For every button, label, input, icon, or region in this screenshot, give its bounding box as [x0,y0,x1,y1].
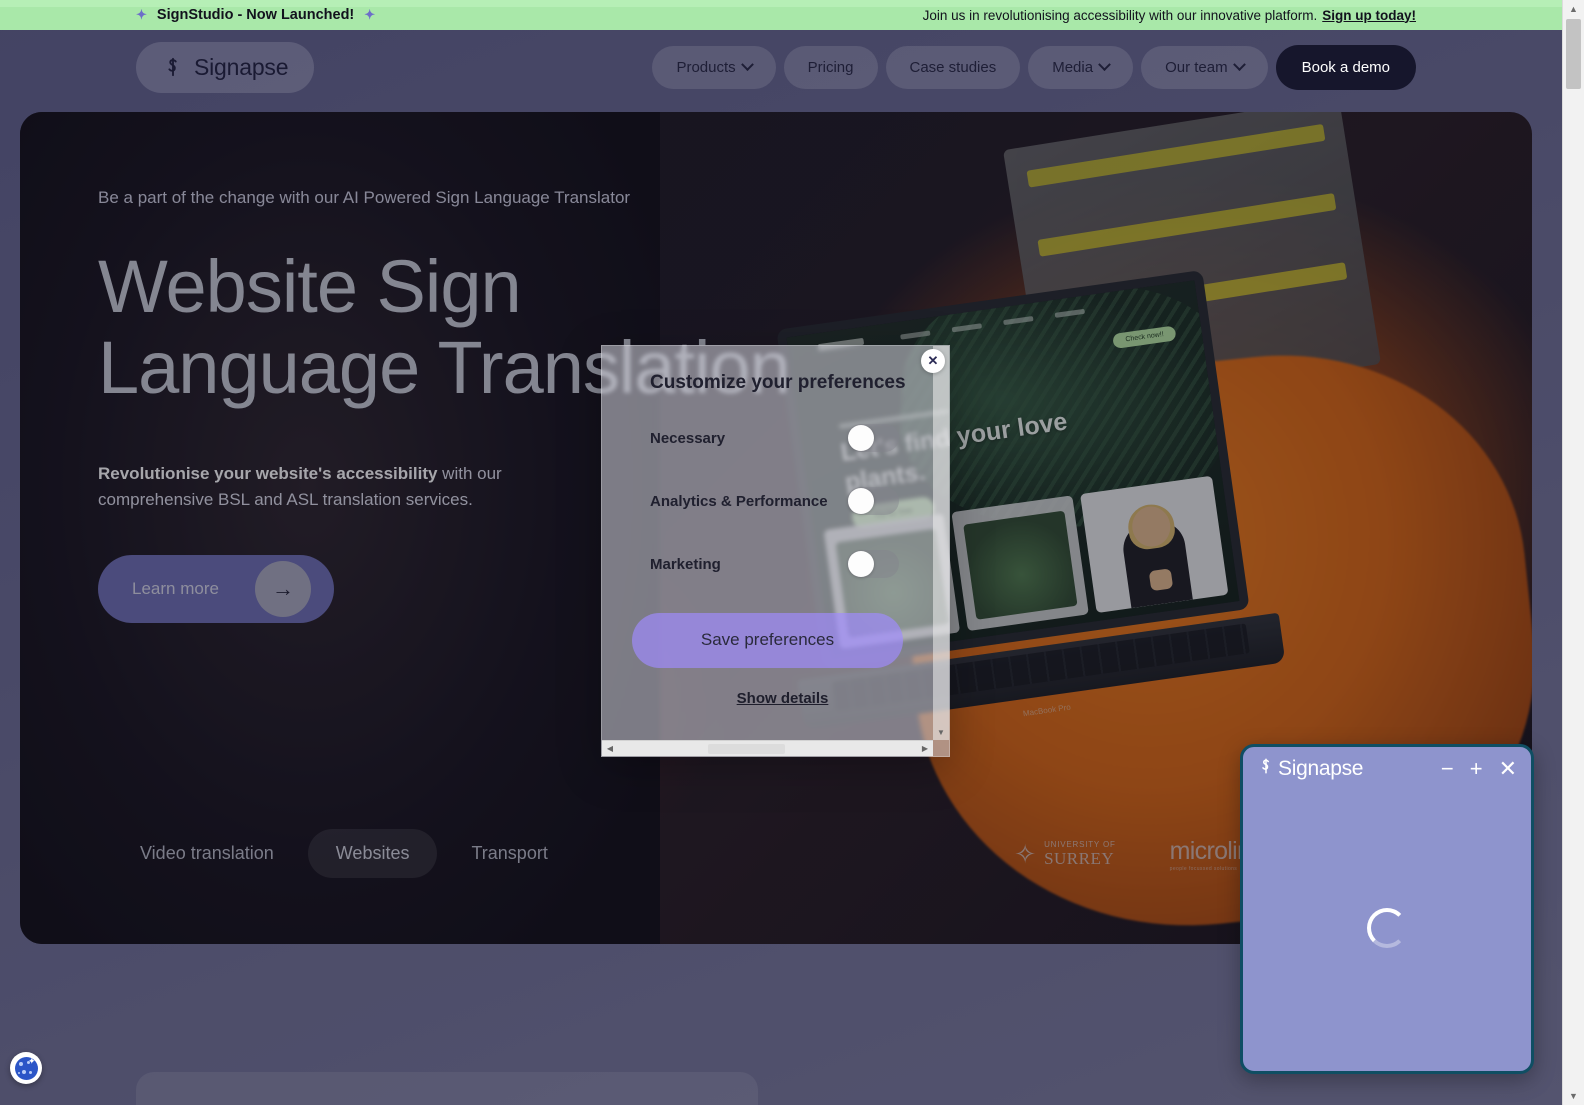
nav-item-our-team[interactable]: Our team [1141,45,1268,89]
nav-label: Products [676,58,736,76]
scroll-down-arrow-icon[interactable]: ▼ [933,724,949,740]
surrey-line2: SURREY [1044,848,1115,868]
toggle-necessary[interactable] [847,424,899,452]
logo-university-of-surrey: ✧ UNIVERSITY OF SURREY [1014,839,1115,870]
announcement-right: Join us in revolutionising accessibility… [923,8,1416,23]
hero-tabs: Video translation Websites Transport [112,829,576,878]
below-hero-card [136,1072,758,1105]
brand-name: Signapse [194,53,289,80]
sign-up-today-link[interactable]: Sign up today! [1322,8,1416,23]
browser-viewport: Check now!! Let's find your love plants.… [0,0,1584,1105]
sign-language-interpreter-video [1079,475,1229,614]
tab-transport[interactable]: Transport [443,829,575,878]
brand-logo[interactable]: Signapse [136,41,315,93]
close-icon[interactable]: ✕ [921,349,945,373]
cookie-icon: ✦ [14,1055,38,1080]
nav-item-case-studies[interactable]: Case studies [885,45,1021,89]
modal-hscroll-track[interactable] [618,741,917,756]
book-a-demo-button[interactable]: Book a demo [1275,44,1416,90]
scroll-left-arrow-icon[interactable]: ◀ [602,744,618,753]
expand-icon[interactable]: + [1470,758,1483,780]
widget-header: Signapse − + ✕ [1243,747,1531,791]
widget-brand: Signapse [1257,757,1363,781]
learn-more-label: Learn more [132,579,219,599]
save-preferences-button[interactable]: Save preferences [632,613,903,668]
chevron-down-icon [1098,57,1111,71]
scroll-up-arrow-icon[interactable]: ▲ [1563,0,1584,18]
sparkle-icon: ✦ [364,7,376,22]
cookie-modal-body: Customize your preferences Necessary Ana… [602,346,933,724]
cookie-label: Marketing [650,555,721,573]
hero-eyebrow: Be a part of the change with our AI Powe… [98,188,631,207]
announcement-message: Join us in revolutionising accessibility… [922,7,1318,23]
modal-horizontal-scrollbar[interactable]: ◀ ▶ [602,740,933,756]
learn-more-button[interactable]: Learn more → [98,555,334,624]
nav-label: Media [1052,58,1094,76]
cookie-row-marketing: Marketing [650,550,933,578]
preview-card [951,495,1089,632]
loading-spinner-icon [1367,908,1407,949]
minimize-icon[interactable]: − [1441,758,1454,780]
hero-subtitle-bold: Revolutionise your website's accessibili… [98,463,438,483]
cookie-preferences-modal: ✕ Customize your preferences Necessary A… [601,345,950,757]
hero-subtitle: Revolutionise your website's accessibili… [98,461,618,514]
nav-item-media[interactable]: Media [1028,45,1134,89]
top-navigation: Signapse Products Pricing Case studies M… [0,30,1562,104]
cookie-modal-title: Customize your preferences [650,372,906,393]
toggle-analytics-performance[interactable] [847,487,899,515]
announcement-bar: ✦ SignStudio - Now Launched! ✦ Join us i… [0,0,1562,30]
nav-links: Products Pricing Case studies Media Our … [652,44,1416,90]
nav-label: Our team [1165,58,1228,76]
signapse-logo-icon [162,56,184,78]
nav-label: Case studies [909,58,997,76]
toggle-marketing[interactable] [847,550,899,578]
announcement-left: ✦ SignStudio - Now Launched! ✦ [136,7,375,23]
close-icon[interactable]: ✕ [1499,758,1517,780]
cookie-label: Analytics & Performance [650,492,828,510]
tab-video-translation[interactable]: Video translation [112,829,302,878]
tab-websites[interactable]: Websites [307,829,438,878]
arrow-right-icon: → [254,561,311,618]
nav-item-products[interactable]: Products [652,45,776,89]
cookie-row-analytics: Analytics & Performance [650,487,933,515]
signapse-translator-widget: Signapse − + ✕ [1240,744,1534,1074]
signapse-logo-icon [1257,757,1275,781]
cookie-settings-button[interactable]: ✦ [10,1052,42,1084]
cookie-label: Necessary [650,429,726,447]
scroll-down-arrow-icon[interactable]: ▼ [1563,1087,1584,1105]
browser-scrollbar[interactable]: ▲ ▼ [1562,0,1584,1105]
scrollbar-thumb[interactable] [1566,19,1581,89]
sparkle-icon: ✦ [136,7,147,22]
widget-title: Signapse [1278,757,1364,780]
nav-item-pricing[interactable]: Pricing [783,45,878,89]
show-details-link[interactable]: Show details [632,690,933,707]
chevron-down-icon [1232,57,1246,71]
scroll-right-arrow-icon[interactable]: ▶ [917,744,933,753]
deer-icon: ✧ [1014,839,1037,870]
nav-label: Pricing [807,58,854,76]
announcement-headline: SignStudio - Now Launched! [156,7,355,23]
partner-logos: ✧ UNIVERSITY OF SURREY microlink people … [1014,837,1262,872]
sparkle-icon: ✦ [27,1055,36,1066]
modal-hscroll-thumb[interactable] [707,744,786,754]
widget-controls: − + ✕ [1441,758,1517,780]
modal-vertical-scrollbar[interactable]: ▼ [933,346,949,740]
chevron-down-icon [740,57,754,71]
cookie-row-necessary: Necessary [650,424,933,452]
announcement-top-strip [0,0,1562,7]
